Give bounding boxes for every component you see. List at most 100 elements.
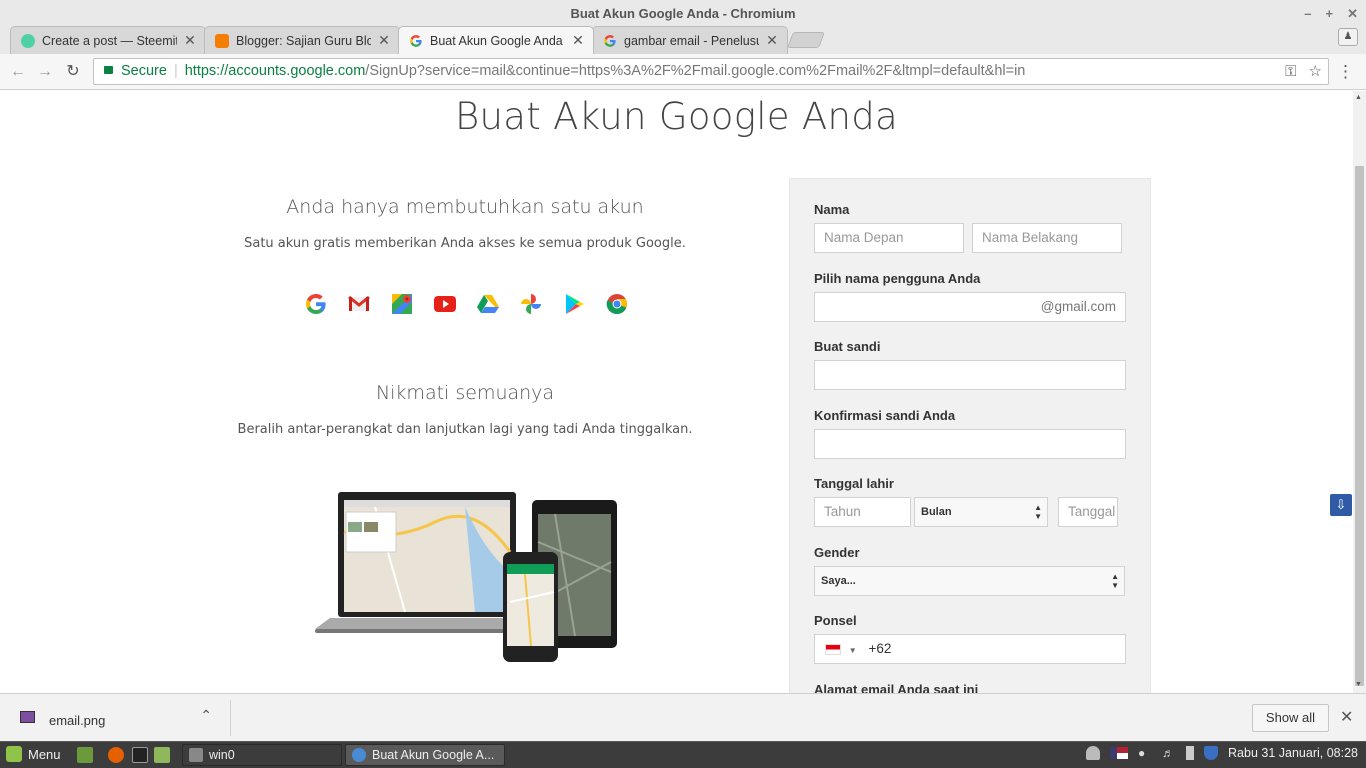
birth-month-value: Bulan (921, 506, 952, 518)
chromium-icon (352, 748, 366, 762)
maximize-button[interactable]: + (1326, 0, 1334, 28)
browser-menu-icon[interactable]: ⋮ (1337, 62, 1354, 82)
terminal-icon[interactable] (132, 747, 148, 763)
close-tab-icon[interactable]: ✕ (377, 32, 391, 49)
confirm-password-label: Konfirmasi sandi Anda (814, 408, 956, 423)
tab-blogger[interactable]: Blogger: Sajian Guru Blog ✕ (204, 26, 400, 54)
info-column: Anda hanya membutuhkan satu akun Satu ak… (225, 181, 705, 437)
os-taskbar: Menu win0 Buat Akun Google A... ● ♬ Rabu… (0, 741, 1366, 768)
user-icon[interactable] (1086, 746, 1101, 760)
devices-illustration (315, 492, 617, 662)
gender-label: Gender (814, 545, 860, 560)
files-icon[interactable] (154, 747, 170, 763)
enjoy-heading: Nikmati semuanya (375, 382, 555, 404)
shield-icon[interactable] (1204, 746, 1219, 760)
birth-day-input[interactable]: Tanggal (1058, 497, 1118, 527)
url-path: /SignUp?service=mail&continue=https%3A%2… (365, 63, 1026, 79)
tab-title: Blogger: Sajian Guru Blog (236, 33, 371, 48)
chrome-icon (606, 294, 627, 315)
download-helper-icon[interactable]: ⇩ (1330, 494, 1352, 516)
reload-button[interactable]: ↻ (62, 61, 84, 83)
birth-month-select[interactable]: Bulan ▲ ▼ (914, 497, 1048, 527)
google-g-icon (306, 294, 326, 314)
window-controls: – + ✕ (1304, 0, 1358, 28)
new-tab-button[interactable] (787, 32, 825, 48)
close-tab-icon[interactable]: ✕ (183, 32, 197, 49)
url-host: https://accounts.google.com (184, 63, 366, 79)
page-scrollbar[interactable]: ▲ ▼ (1353, 91, 1366, 693)
tab-title: Buat Akun Google Anda (430, 33, 563, 48)
page-content: Buat Akun Google Anda Anda hanya membutu… (0, 91, 1353, 693)
birth-year-input[interactable]: Tahun (814, 497, 911, 527)
tab-gambar-email[interactable]: gambar email - Penelusuran Google ✕ (592, 26, 788, 54)
maps-icon (392, 294, 412, 314)
blogger-icon (215, 33, 229, 48)
current-email-label: Alamat email Anda saat ini (814, 682, 979, 693)
phone-label: Ponsel (814, 613, 857, 628)
photos-icon (521, 294, 541, 314)
browser-toolbar: ← → ↻ Secure | https://accounts.google.com… (0, 54, 1366, 90)
select-caret-icon: ▲ ▼ (1111, 572, 1119, 590)
indonesia-flag-icon[interactable] (825, 643, 841, 655)
signup-form: Nama Nama Depan Nama Belakang Pilih nama… (789, 178, 1151, 693)
enjoy-text: Beralih antar-perangkat dan lanjutkan la… (237, 422, 693, 437)
taskbar-window-chromium[interactable]: Buat Akun Google A... (345, 744, 505, 766)
one-account-heading: Anda hanya membutuhkan satu akun (286, 196, 644, 218)
close-tab-icon[interactable]: ✕ (571, 32, 585, 49)
settings-icon (189, 748, 203, 762)
menu-label: Menu (28, 746, 61, 762)
profile-icon[interactable]: ♟ (1338, 28, 1358, 46)
firefox-icon[interactable] (108, 747, 124, 763)
phone-input[interactable]: ▼ +62 (814, 634, 1126, 664)
select-caret-icon: ▲ ▼ (1034, 503, 1042, 521)
key-icon[interactable]: ⚿ (1285, 59, 1296, 84)
wifi-icon[interactable]: ● (1138, 746, 1152, 760)
scroll-down-icon[interactable]: ▼ (1355, 681, 1362, 688)
download-item[interactable]: email.png ⌃ (12, 704, 230, 734)
us-flag-keyboard-icon[interactable] (1110, 747, 1129, 759)
back-button[interactable]: ← (7, 61, 29, 83)
tab-steemit[interactable]: Create a post — Steemit ✕ (10, 26, 206, 54)
google-icon (603, 34, 617, 48)
last-name-input[interactable]: Nama Belakang (972, 223, 1122, 253)
name-label: Nama (814, 202, 850, 217)
close-shelf-icon[interactable]: ✕ (1340, 707, 1353, 727)
first-name-input[interactable]: Nama Depan (814, 223, 964, 253)
youtube-icon (434, 296, 456, 312)
gender-value: Saya... (821, 575, 856, 587)
confirm-password-input[interactable] (814, 429, 1126, 459)
clock[interactable]: Rabu 31 Januari, 08:28 (1228, 746, 1358, 760)
star-icon[interactable]: ☆ (1309, 59, 1322, 84)
window-title: Buat Akun Google Anda - Chromium (570, 6, 796, 21)
tab-strip: Create a post — Steemit ✕ Blogger: Sajia… (0, 26, 1366, 54)
google-apps-row (300, 292, 630, 316)
country-dropdown-icon[interactable]: ▼ (849, 646, 857, 655)
tab-buat-akun[interactable]: Buat Akun Google Anda ✕ (398, 26, 594, 54)
taskbar-window-win0[interactable]: win0 (182, 744, 342, 766)
gmail-suffix: @gmail.com (1040, 299, 1116, 314)
gmail-icon (348, 295, 370, 311)
tab-title: Create a post — Steemit (42, 33, 177, 48)
secure-label: Secure (121, 63, 167, 79)
volume-icon[interactable]: ♬ (1162, 746, 1176, 760)
username-label: Pilih nama pengguna Anda (814, 271, 981, 286)
download-file-name: email.png (49, 713, 106, 728)
password-input[interactable] (814, 360, 1126, 390)
address-bar[interactable]: Secure | https://accounts.google.com/SignU… (93, 58, 1329, 85)
separator: | (173, 63, 178, 79)
show-desktop-icon[interactable] (77, 747, 93, 763)
clipboard-icon[interactable] (1186, 746, 1195, 760)
one-account-text: Satu akun gratis memberikan Anda akses k… (244, 236, 686, 251)
chevron-up-icon[interactable]: ⌃ (200, 707, 212, 724)
scroll-thumb[interactable] (1355, 166, 1364, 686)
minimize-button[interactable]: – (1304, 0, 1311, 28)
forward-button[interactable]: → (34, 61, 56, 83)
close-window-button[interactable]: ✕ (1347, 0, 1358, 28)
scroll-up-icon[interactable]: ▲ (1355, 94, 1362, 101)
close-tab-icon[interactable]: ✕ (765, 32, 779, 49)
taskbar-window-label: win0 (209, 748, 235, 762)
start-menu-button[interactable]: Menu (6, 746, 61, 762)
gender-select[interactable]: Saya... ▲ ▼ (814, 566, 1125, 596)
show-all-button[interactable]: Show all (1252, 704, 1329, 732)
username-input[interactable]: @gmail.com (814, 292, 1126, 322)
